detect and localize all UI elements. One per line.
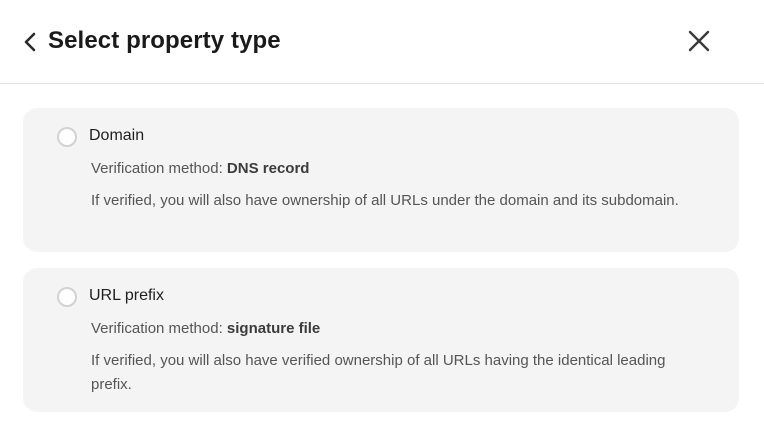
option-title: Domain xyxy=(89,127,145,144)
option-description: If verified, you will also have verified… xyxy=(91,352,666,393)
method-value: DNS record xyxy=(226,160,310,177)
method-label: Verification method: xyxy=(91,320,223,337)
method-value: signature file xyxy=(226,320,321,337)
select-property-type-dialog: Select property type Domain Verification… xyxy=(0,0,764,437)
method-label: Verification method: xyxy=(91,160,223,177)
chevron-left-icon xyxy=(24,32,36,52)
option-domain[interactable]: Domain Verification method: DNS record I… xyxy=(23,108,739,252)
dialog-title: Select property type xyxy=(48,27,281,54)
close-button[interactable] xyxy=(682,24,716,58)
verification-method: Verification method: DNS record xyxy=(91,159,309,179)
back-button[interactable] xyxy=(18,28,42,56)
property-type-options: Domain Verification method: DNS record I… xyxy=(23,108,739,428)
verification-method: Verification method: signature file xyxy=(91,319,320,339)
option-title: URL prefix xyxy=(89,287,164,304)
option-url-prefix[interactable]: URL prefix Verification method: signatur… xyxy=(23,268,739,412)
close-icon xyxy=(688,30,710,52)
option-description: If verified, you will also have ownershi… xyxy=(91,192,679,209)
url-prefix-radio[interactable] xyxy=(57,287,77,307)
domain-radio[interactable] xyxy=(57,127,77,147)
dialog-header: Select property type xyxy=(0,0,764,84)
